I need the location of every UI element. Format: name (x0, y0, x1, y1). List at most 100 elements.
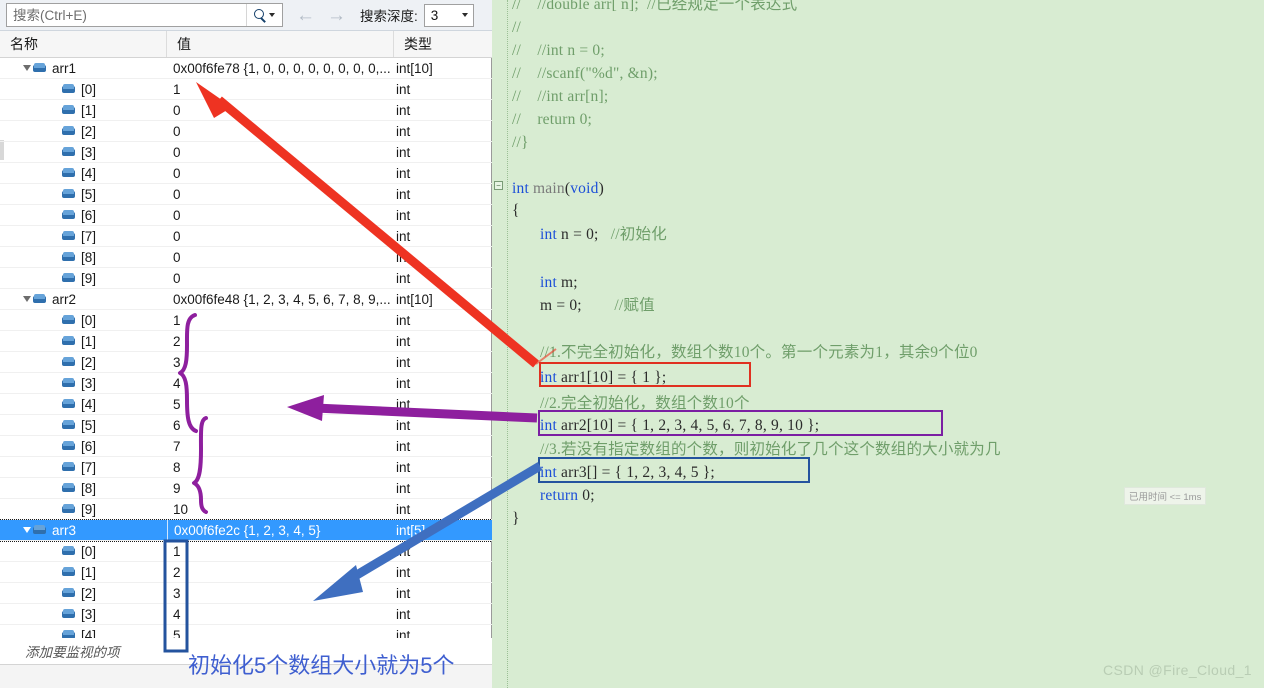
code-line[interactable]: // //scanf("%d", &n); (512, 62, 658, 85)
watch-row-4[interactable]: [4] 0 int (0, 163, 492, 184)
code-line[interactable]: int n = 0; //初始化 (540, 223, 667, 246)
watch-row-value[interactable]: 4 (167, 373, 394, 393)
code-line[interactable]: //3.若没有指定数组的个数，则初始化了几个这个数组的大小就为几 (540, 438, 1001, 461)
search-button[interactable] (246, 4, 282, 26)
watch-row-6[interactable]: [6] 0 int (0, 205, 492, 226)
watch-row-arr2[interactable]: arr2 0x00f6fe48 {1, 2, 3, 4, 5, 6, 7, 8, … (0, 289, 492, 310)
code-line[interactable]: int main(void) (512, 177, 604, 200)
watch-row-0[interactable]: [0] 1 int (0, 79, 492, 100)
watch-row-value[interactable]: 4 (167, 604, 394, 624)
watch-row-name-cell[interactable]: [1] (0, 331, 167, 351)
watch-row-value[interactable]: 3 (167, 352, 394, 372)
watch-row-2[interactable]: [2] 0 int (0, 121, 492, 142)
code-line[interactable]: { (512, 199, 520, 222)
expander-open-icon[interactable] (20, 65, 33, 71)
code-line[interactable]: int arr3[] = { 1, 2, 3, 4, 5 }; (540, 461, 715, 484)
watch-row-name-cell[interactable]: [0] (0, 541, 167, 561)
watch-row-name-cell[interactable]: [1] (0, 562, 167, 582)
watch-row-name-cell[interactable]: arr2 (0, 289, 167, 309)
watch-row-name-cell[interactable]: [4] (0, 163, 167, 183)
watch-row-arr3[interactable]: arr3 0x00f6fe2c {1, 2, 3, 4, 5} int[5] (0, 519, 493, 542)
watch-row-5[interactable]: [5] 0 int (0, 184, 492, 205)
watch-row-3[interactable]: [3] 0 int (0, 142, 492, 163)
watch-row-name-cell[interactable]: [4] (0, 394, 167, 414)
column-header-type[interactable]: 类型 (394, 31, 492, 57)
watch-row-value[interactable]: 0x00f6fe78 {1, 0, 0, 0, 0, 0, 0, 0, 0,..… (167, 58, 394, 78)
code-line[interactable]: //2.完全初始化，数组个数10个 (540, 392, 750, 415)
watch-row-value[interactable]: 5 (167, 394, 394, 414)
watch-row-2[interactable]: [2] 3 int (0, 583, 492, 604)
watch-row-value[interactable]: 8 (167, 457, 394, 477)
fold-collapse-icon[interactable]: − (494, 181, 503, 190)
watch-row-value[interactable]: 0 (167, 205, 394, 225)
code-line[interactable]: //} (512, 131, 529, 154)
back-arrow-icon[interactable]: ← (296, 6, 315, 25)
watch-row-value[interactable]: 0 (167, 247, 394, 267)
watch-row-value[interactable]: 0 (167, 268, 394, 288)
watch-row-4[interactable]: [4] 5 int (0, 394, 492, 415)
watch-row-value[interactable]: 0 (167, 142, 394, 162)
column-header-name[interactable]: 名称 (0, 31, 167, 57)
code-line[interactable]: // //double arr[ n]; //已经规定一个表达式 (512, 0, 797, 16)
search-depth-select[interactable]: 3 (423, 3, 474, 27)
forward-arrow-icon[interactable]: → (327, 6, 346, 25)
watch-row-name-cell[interactable]: [5] (0, 184, 167, 204)
watch-row-value[interactable]: 9 (167, 478, 394, 498)
watch-row-name-cell[interactable]: [0] (0, 310, 167, 330)
code-line[interactable]: // //int arr[n]; (512, 85, 608, 108)
watch-row-name-cell[interactable]: arr1 (0, 58, 167, 78)
watch-row-name-cell[interactable]: [1] (0, 100, 167, 120)
watch-row-value[interactable]: 1 (167, 310, 394, 330)
chevron-down-icon[interactable] (269, 13, 275, 17)
watch-row-value[interactable]: 0 (167, 226, 394, 246)
watch-row-value[interactable]: 0x00f6fe2c {1, 2, 3, 4, 5} (167, 520, 394, 540)
search-box[interactable] (6, 3, 283, 27)
watch-row-arr1[interactable]: arr1 0x00f6fe78 {1, 0, 0, 0, 0, 0, 0, 0, … (0, 58, 492, 79)
code-line[interactable]: int arr2[10] = { 1, 2, 3, 4, 5, 6, 7, 8,… (540, 414, 819, 437)
watch-row-0[interactable]: [0] 1 int (0, 310, 492, 331)
watch-row-5[interactable]: [5] 6 int (0, 415, 492, 436)
watch-row-0[interactable]: [0] 1 int (0, 541, 492, 562)
watch-row-name-cell[interactable]: [2] (0, 121, 167, 141)
watch-row-name-cell[interactable]: [8] (0, 247, 167, 267)
watch-row-value[interactable]: 6 (167, 415, 394, 435)
watch-row-value[interactable]: 1 (167, 79, 394, 99)
code-line[interactable]: return 0; (540, 484, 595, 507)
watch-row-7[interactable]: [7] 8 int (0, 457, 492, 478)
watch-row-name-cell[interactable]: [6] (0, 436, 167, 456)
watch-row-value[interactable]: 2 (167, 331, 394, 351)
watch-row-1[interactable]: [1] 0 int (0, 100, 492, 121)
watch-row-value[interactable]: 0x00f6fe48 {1, 2, 3, 4, 5, 6, 7, 8, 9,..… (167, 289, 394, 309)
watch-row-3[interactable]: [3] 4 int (0, 373, 492, 394)
expander-open-icon[interactable] (20, 296, 33, 302)
watch-row-6[interactable]: [6] 7 int (0, 436, 492, 457)
watch-row-name-cell[interactable]: [0] (0, 79, 167, 99)
watch-row-name-cell[interactable]: [7] (0, 457, 167, 477)
watch-row-3[interactable]: [3] 4 int (0, 604, 492, 625)
watch-row-value[interactable]: 10 (167, 499, 394, 519)
expander-open-icon[interactable] (20, 527, 33, 533)
chevron-down-icon[interactable] (461, 13, 468, 17)
watch-row-value[interactable]: 0 (167, 121, 394, 141)
watch-row-1[interactable]: [1] 2 int (0, 562, 492, 583)
watch-row-value[interactable]: 7 (167, 436, 394, 456)
watch-row-name-cell[interactable]: [5] (0, 415, 167, 435)
watch-row-8[interactable]: [8] 0 int (0, 247, 492, 268)
watch-row-value[interactable]: 2 (167, 562, 394, 582)
watch-row-name-cell[interactable]: [3] (0, 373, 167, 393)
watch-row-name-cell[interactable]: [7] (0, 226, 167, 246)
code-line[interactable]: m = 0; //赋值 (540, 294, 655, 317)
watch-row-value[interactable]: 0 (167, 184, 394, 204)
code-line[interactable]: //1.不完全初始化，数组个数10个。第一个元素为1，其余9个位0 (540, 341, 978, 364)
watch-row-8[interactable]: [8] 9 int (0, 478, 492, 499)
watch-row-value[interactable]: 1 (167, 541, 394, 561)
watch-row-name-cell[interactable]: [2] (0, 583, 167, 603)
code-line[interactable]: // return 0; (512, 108, 592, 131)
watch-row-name-cell[interactable]: arr3 (0, 520, 167, 540)
watch-row-1[interactable]: [1] 2 int (0, 331, 492, 352)
watch-row-value[interactable]: 0 (167, 163, 394, 183)
watch-row-value[interactable]: 0 (167, 100, 394, 120)
code-editor[interactable]: // //double arr[ n]; //已经规定一个表达式 // // //i… (492, 0, 1264, 688)
search-input[interactable] (7, 5, 246, 25)
watch-row-name-cell[interactable]: [3] (0, 604, 167, 624)
